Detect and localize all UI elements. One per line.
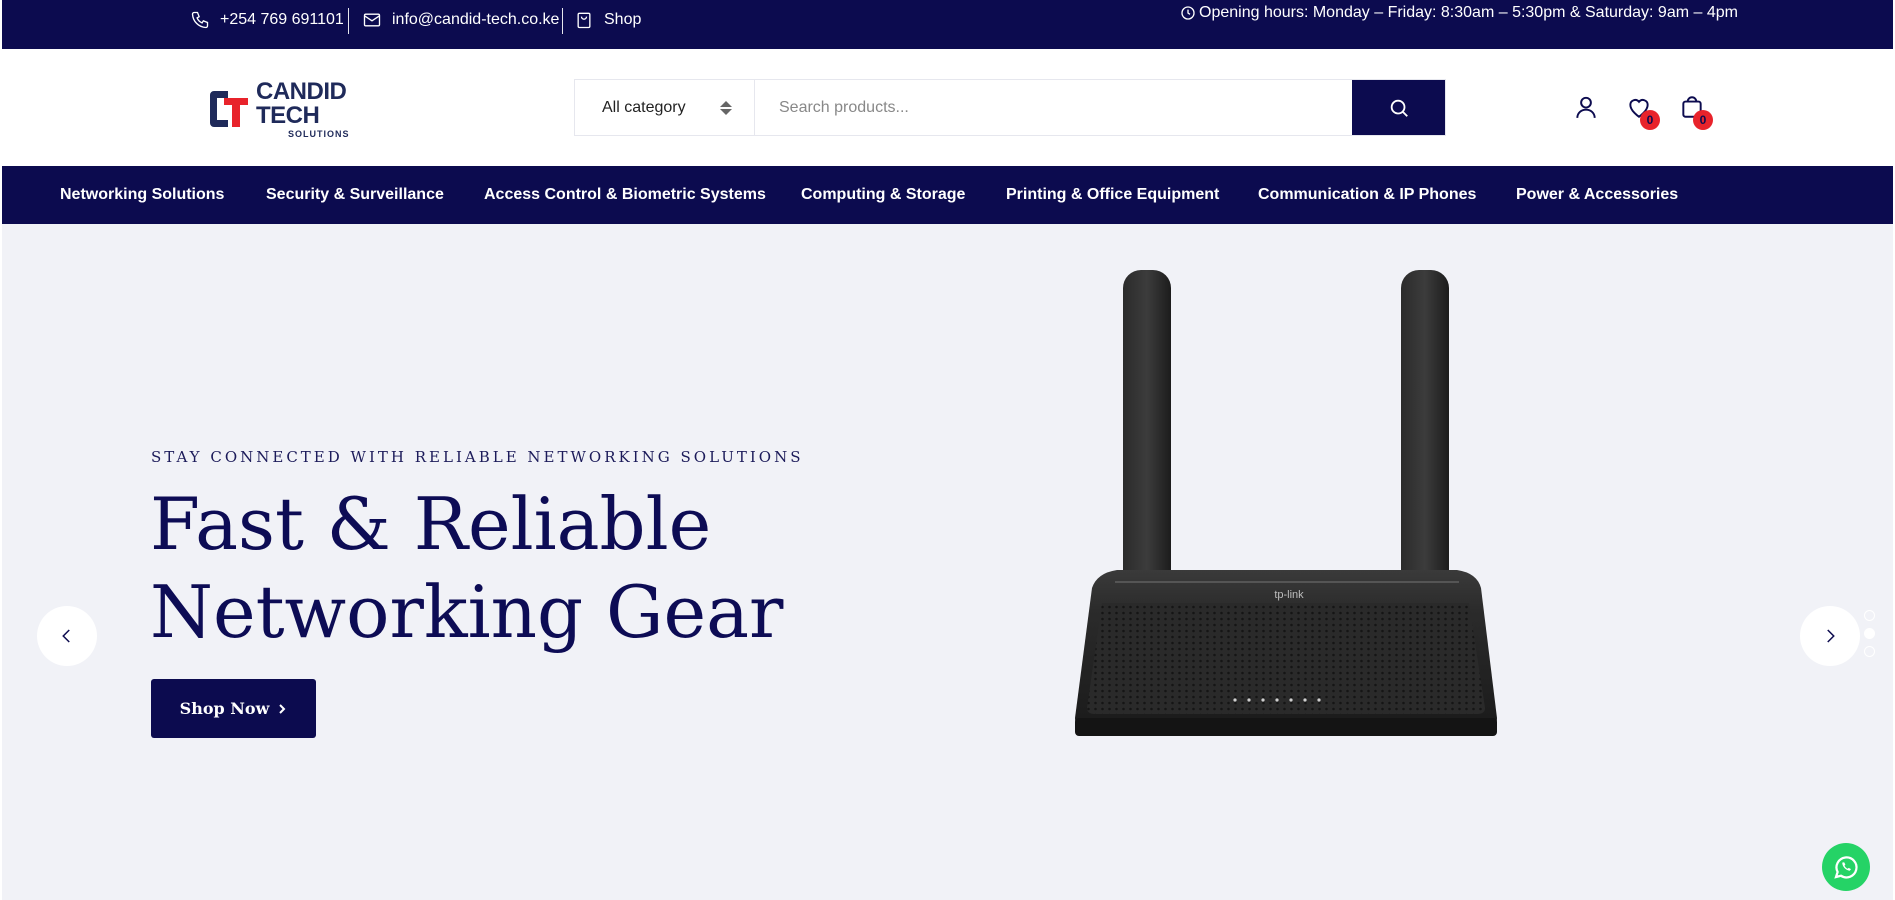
logo-text-solutions: SOLUTIONS xyxy=(288,128,350,139)
nav-networking-solutions[interactable]: Networking Solutions xyxy=(60,166,224,224)
user-icon xyxy=(1576,96,1596,118)
chevron-right-icon xyxy=(279,703,286,714)
search-input[interactable] xyxy=(755,80,1352,135)
shop-link[interactable]: Shop xyxy=(574,0,641,40)
slider-prev-button[interactable] xyxy=(37,606,97,666)
wishlist-count-badge: 0 xyxy=(1640,110,1660,130)
hero-title-line2: Networking Gear xyxy=(150,570,784,654)
product-search: All category xyxy=(574,79,1446,136)
email-link[interactable]: info@candid-tech.co.ke xyxy=(362,0,559,40)
chevron-right-icon xyxy=(1827,629,1835,643)
main-nav: Networking Solutions Security & Surveill… xyxy=(2,166,1893,224)
nav-security-surveillance[interactable]: Security & Surveillance xyxy=(266,166,444,224)
cart-button[interactable]: 0 xyxy=(1679,94,1713,130)
shop-label: Shop xyxy=(604,11,642,28)
slider-next-button[interactable] xyxy=(1800,606,1860,666)
nav-computing-storage[interactable]: Computing & Storage xyxy=(801,166,965,224)
top-bar: +254 769 691101 info@candid-tech.co.ke S… xyxy=(2,0,1893,49)
mail-icon xyxy=(363,13,381,27)
candid-tech-logo[interactable]: CANDID TECH SOLUTIONS xyxy=(206,77,366,139)
search-button[interactable] xyxy=(1352,80,1445,135)
divider xyxy=(562,8,563,34)
hero-kicker: STAY CONNECTED WITH RELIABLE NETWORKING … xyxy=(151,448,804,466)
slider-dot-3[interactable] xyxy=(1864,646,1875,657)
search-icon xyxy=(1390,99,1408,117)
chevron-left-icon xyxy=(62,629,70,643)
shop-now-button[interactable]: Shop Now xyxy=(151,679,316,738)
phone-icon xyxy=(191,11,209,29)
router-brand: tp-link xyxy=(1274,589,1304,601)
slider-dot-2[interactable] xyxy=(1864,628,1875,639)
logo-text-tech: TECH xyxy=(256,101,320,129)
category-select-value: All category xyxy=(602,98,686,116)
shopping-bag-icon xyxy=(577,12,591,29)
logo-text-candid: CANDID xyxy=(256,77,347,105)
account-button[interactable] xyxy=(1573,94,1599,124)
hero-title-line1: Fast & Reliable xyxy=(150,482,712,566)
whatsapp-chat-button[interactable] xyxy=(1822,843,1870,891)
select-arrows-icon xyxy=(720,100,732,115)
nav-access-control[interactable]: Access Control & Biometric Systems xyxy=(484,166,766,224)
wishlist-button[interactable]: 0 xyxy=(1626,94,1660,130)
clock-icon xyxy=(1181,6,1195,20)
opening-hours-text: Opening hours: Monday – Friday: 8:30am –… xyxy=(1199,4,1738,21)
slider-dots xyxy=(1864,610,1875,657)
nav-printing-office[interactable]: Printing & Office Equipment xyxy=(1006,166,1219,224)
router-image: tp-link xyxy=(1075,270,1497,736)
slider-dot-1[interactable] xyxy=(1864,610,1875,621)
category-select[interactable]: All category xyxy=(575,80,755,135)
nav-power-accessories[interactable]: Power & Accessories xyxy=(1516,166,1678,224)
opening-hours: Opening hours: Monday – Friday: 8:30am –… xyxy=(1180,0,1738,26)
email-address: info@candid-tech.co.ke xyxy=(392,11,560,28)
nav-communication-ip-phones[interactable]: Communication & IP Phones xyxy=(1258,166,1476,224)
cart-count-badge: 0 xyxy=(1693,110,1713,130)
shop-now-label: Shop Now xyxy=(179,699,270,718)
hero-slider: STAY CONNECTED WITH RELIABLE NETWORKING … xyxy=(2,224,1893,900)
divider xyxy=(348,8,349,34)
whatsapp-icon xyxy=(1834,856,1858,879)
phone-link[interactable]: +254 769 691101 xyxy=(190,0,344,40)
phone-number: +254 769 691101 xyxy=(220,11,344,28)
logo-mark xyxy=(206,87,250,131)
hero-title: Fast & Reliable Networking Gear xyxy=(150,480,783,656)
